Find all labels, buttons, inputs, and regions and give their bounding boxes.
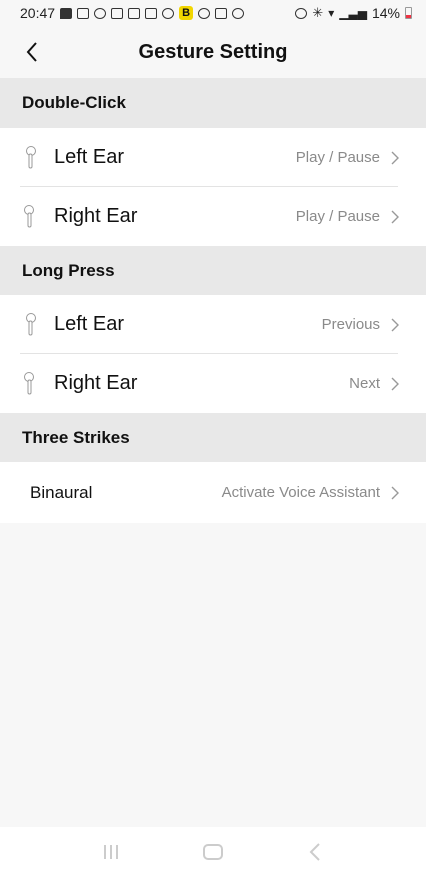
instagram-icon (128, 7, 141, 19)
wifi-icon: ▾ (328, 6, 335, 20)
back-button[interactable] (18, 38, 46, 66)
instagram-icon (77, 7, 90, 19)
badge-b-icon: B (179, 6, 194, 20)
page-title: Gesture Setting (138, 40, 288, 63)
header: Gesture Setting (0, 26, 426, 78)
row-value: Play / Pause (295, 149, 380, 166)
battery-percent: 14% (371, 5, 400, 21)
home-icon (203, 844, 223, 860)
gmail-icon (145, 7, 158, 19)
chevron-right-icon (391, 318, 399, 331)
mail-icon (111, 7, 124, 19)
earbud-icon (22, 371, 38, 396)
signal-icon: ▁▃▅ (339, 6, 367, 20)
leaf-icon (198, 7, 211, 19)
cloud-icon (232, 7, 245, 19)
double-click-right-ear-row[interactable]: Right Ear Play / Pause (0, 187, 426, 246)
status-left: 20:47 B (20, 5, 245, 21)
three-strikes-binaural-row[interactable]: Binaural Activate Voice Assistant (0, 462, 426, 523)
section-header-long-press: Long Press (0, 246, 426, 296)
earbud-icon (22, 312, 38, 337)
viber-icon (162, 7, 175, 19)
alarm-icon (94, 7, 107, 19)
row-value: Previous (321, 316, 380, 333)
earbud-icon (22, 145, 38, 170)
chevron-right-icon (391, 151, 399, 164)
system-nav-bar (0, 827, 426, 877)
chevron-right-icon (391, 486, 399, 499)
battery-icon (405, 7, 412, 19)
row-value: Next (349, 375, 380, 392)
status-right: ✳ ▾ ▁▃▅ 14% (295, 5, 412, 21)
empty-content-area (0, 523, 426, 827)
long-press-right-ear-row[interactable]: Right Ear Next (0, 354, 426, 413)
row-label: Right Ear (54, 205, 138, 227)
row-label: Left Ear (54, 146, 125, 168)
bluetooth-icon: ✳ (312, 5, 324, 20)
long-press-left-ear-row[interactable]: Left Ear Previous (0, 295, 426, 354)
gallery-icon (215, 7, 228, 19)
status-bar: 20:47 B ✳ ▾ ▁▃▅ 14% (0, 0, 426, 26)
status-time: 20:47 (20, 5, 56, 21)
row-label: Right Ear (54, 372, 138, 394)
message-icon (60, 7, 73, 19)
chevron-right-icon (391, 210, 399, 223)
earbud-icon (22, 204, 38, 229)
recent-apps-icon (104, 845, 118, 859)
back-arrow-icon (26, 42, 37, 62)
row-label: Binaural (30, 482, 93, 502)
home-button[interactable] (193, 837, 233, 867)
row-label: Left Ear (54, 313, 125, 335)
nav-back-button[interactable] (295, 837, 335, 867)
row-value: Play / Pause (295, 208, 380, 225)
section-header-three-strikes: Three Strikes (0, 413, 426, 463)
nav-back-icon (309, 843, 320, 861)
section-header-double-click: Double-Click (0, 78, 426, 128)
row-value: Activate Voice Assistant (221, 484, 380, 501)
alarm-icon (295, 7, 308, 19)
chevron-right-icon (391, 377, 399, 390)
double-click-left-ear-row[interactable]: Left Ear Play / Pause (0, 128, 426, 187)
recent-apps-button[interactable] (91, 837, 131, 867)
